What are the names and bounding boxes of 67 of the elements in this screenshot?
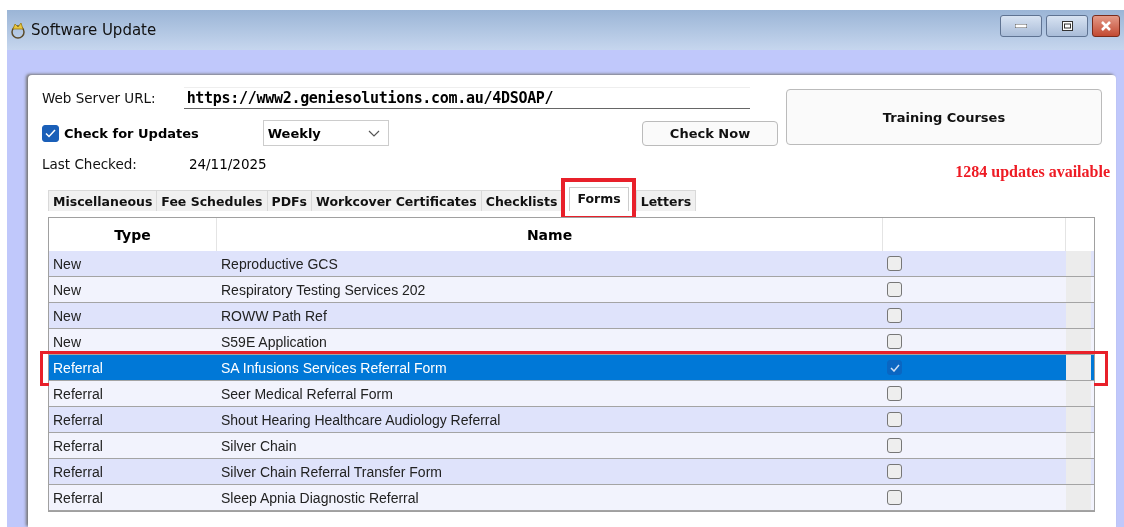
checkmark-icon — [45, 128, 56, 138]
field-label: Web Server URL: — [42, 90, 156, 106]
table-cell-text: Silver Chain — [220, 437, 298, 454]
table-cell-text: New — [52, 333, 82, 350]
table-cell-text: Shout Hearing Healthcare Audiology Referral — [220, 411, 502, 428]
table-cell-text: New — [52, 281, 82, 298]
field-label: Last Checked: — [42, 156, 137, 172]
table-cell-text: Referral — [52, 463, 104, 480]
maximize-icon — [1061, 21, 1073, 31]
table-cell-text: Silver Chain Referral Transfer Form — [220, 463, 443, 480]
table-row[interactable]: Referral Seer Medical Referral Form — [49, 381, 1094, 407]
minimize-button[interactable] — [1000, 15, 1042, 37]
table-cell-text: Referral — [52, 411, 104, 428]
checkbox[interactable] — [887, 282, 902, 297]
table-cell-text: Referral — [52, 359, 104, 376]
window-title: Software Update — [31, 21, 158, 39]
table-row[interactable]: Referral Sleep Apnia Diagnostic Referral — [49, 485, 1094, 511]
table-row[interactable]: Referral Silver Chain Referral Transfer Form — [49, 459, 1094, 485]
tab[interactable]: PDFs — [266, 190, 313, 211]
table-row[interactable]: New Respiratory Testing Services 202 — [49, 277, 1094, 303]
updates-count: 1284 updates available — [954, 163, 1110, 181]
checkbox[interactable] — [887, 256, 902, 271]
checkbox-label: Check for Updates — [64, 125, 199, 141]
checkmark-icon — [889, 363, 900, 372]
checkbox[interactable] — [887, 490, 902, 505]
table-cell-text: S59E Application — [220, 333, 328, 350]
table-cell-text: ROWW Path Ref — [220, 307, 328, 324]
tab[interactable]: Miscellaneous — [48, 190, 158, 211]
close-button[interactable] — [1092, 15, 1120, 37]
minimize-icon — [1015, 24, 1027, 28]
table-cell-text: Reproductive GCS — [220, 255, 339, 272]
checkbox[interactable] — [887, 438, 902, 453]
maximize-button[interactable] — [1046, 15, 1088, 37]
table-row[interactable]: Referral Shout Hearing Healthcare Audiology Referral — [49, 407, 1094, 433]
table-cell-text: New — [52, 255, 82, 272]
table-cell-text: New — [52, 307, 82, 324]
table-row[interactable]: Referral Silver Chain — [49, 433, 1094, 459]
last-checked-value: 24/11/2025 — [188, 156, 267, 172]
tab[interactable]: Forms — [569, 187, 629, 211]
check-now-button[interactable]: Check Now — [642, 120, 778, 146]
checkbox[interactable] — [887, 308, 902, 323]
chevron-down-icon — [367, 129, 380, 137]
table-cell-text: Sleep Apnia Diagnostic Referral — [220, 489, 420, 506]
table-cell-text: Respiratory Testing Services 202 — [220, 281, 427, 298]
training-courses-button[interactable]: Training Courses — [786, 89, 1102, 145]
tab[interactable]: Workcover Certificates — [311, 190, 482, 211]
tab[interactable]: Fee Schedules — [156, 190, 268, 211]
table-row[interactable]: Referral SA Infusions Services Referral Form — [49, 355, 1094, 381]
tab[interactable]: Checklists — [480, 190, 563, 211]
table-cell-text: Referral — [52, 385, 104, 402]
table-cell-text: Referral — [52, 437, 104, 454]
checkbox[interactable] — [887, 412, 902, 427]
table-cell-text: Referral — [52, 489, 104, 506]
checkbox[interactable] — [887, 334, 902, 349]
table-row[interactable]: New ROWW Path Ref — [49, 303, 1094, 329]
checkbox[interactable] — [42, 124, 59, 142]
tab[interactable]: Letters — [635, 190, 697, 211]
checkbox[interactable] — [887, 464, 902, 479]
table-cell-text: SA Infusions Services Referral Form — [220, 359, 448, 376]
checkbox[interactable] — [887, 386, 902, 401]
table-row[interactable]: New Reproductive GCS — [49, 251, 1094, 277]
url-field[interactable]: https://www2.geniesolutions.com.au/4DSOAP/ — [183, 87, 750, 109]
app-icon — [9, 21, 27, 39]
frequency-dropdown[interactable]: Weekly — [262, 120, 389, 146]
close-icon — [1100, 20, 1112, 32]
table-cell-text: Seer Medical Referral Form — [220, 385, 394, 402]
checkbox[interactable] — [887, 360, 902, 375]
